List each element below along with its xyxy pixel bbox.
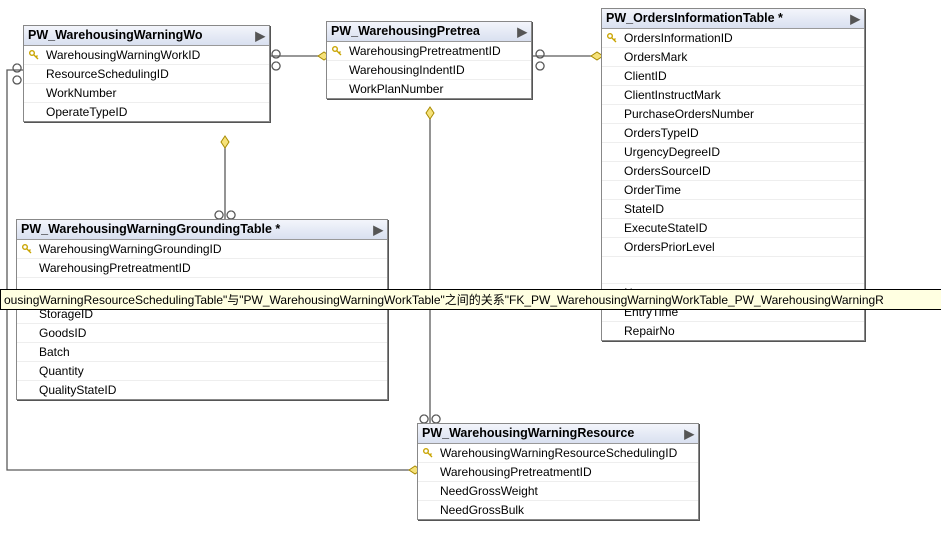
table-header[interactable]: PW_WarehousingWarningGroundingTable * ▶ <box>17 220 387 240</box>
infinity-end-icon <box>420 415 440 423</box>
infinity-end-icon <box>13 64 21 84</box>
table-title: PW_OrdersInformationTable * <box>606 11 783 25</box>
column-list-pretreat: WarehousingPretreatmentID WarehousingInde… <box>327 42 531 98</box>
column-name: PurchaseOrdersNumber <box>622 107 754 121</box>
column-row[interactable]: ClientID <box>602 67 864 86</box>
column-name: WarehousingPretreatmentID <box>438 465 592 479</box>
column-row[interactable]: OrdersPriorLevel <box>602 238 864 257</box>
column-name: StateID <box>622 202 664 216</box>
column-list-resource: WarehousingWarningResourceSchedulingID Wa… <box>418 444 698 519</box>
column-row[interactable]: RepairNo <box>602 322 864 340</box>
column-name: WarehousingWarningResourceSchedulingID <box>438 446 677 460</box>
table-header[interactable]: PW_WarehousingWarningWo ▶ <box>24 26 269 46</box>
column-name: OrdersPriorLevel <box>622 240 715 254</box>
column-row[interactable]: UrgencyDegreeID <box>602 143 864 162</box>
expand-icon: ▶ <box>517 24 527 39</box>
column-name: WarehousingWarningWorkID <box>44 48 200 62</box>
column-name: OrdersMark <box>622 50 687 64</box>
expand-icon: ▶ <box>850 11 860 26</box>
column-name: QualityStateID <box>37 383 116 397</box>
column-row[interactable]: WarehousingPretreatmentID <box>418 463 698 482</box>
infinity-end-icon <box>536 50 544 70</box>
column-row[interactable]: PurchaseOrdersNumber <box>602 105 864 124</box>
diagram-canvas: PW_WarehousingWarningWo ▶ WarehousingWar… <box>0 0 941 551</box>
table-resource[interactable]: PW_WarehousingWarningResource ▶ Warehous… <box>417 423 699 520</box>
column-name: OrderTime <box>622 183 681 197</box>
table-title: PW_WarehousingWarningWo <box>28 28 203 42</box>
column-name: ExecuteStateID <box>622 221 707 235</box>
column-row[interactable]: NeedGrossWeight <box>418 482 698 501</box>
column-row[interactable]: GoodsID <box>17 324 387 343</box>
column-name: NeedGrossBulk <box>438 503 524 517</box>
column-row[interactable]: NeedGrossBulk <box>418 501 698 519</box>
column-row[interactable]: StateID <box>602 200 864 219</box>
column-row[interactable]: OperateTypeID <box>24 103 269 121</box>
expand-icon: ▶ <box>373 222 383 237</box>
column-row[interactable]: WorkNumber <box>24 84 269 103</box>
infinity-end-icon <box>272 50 280 70</box>
column-name: OrdersSourceID <box>622 164 711 178</box>
table-title: PW_WarehousingPretrea <box>331 24 480 38</box>
table-header[interactable]: PW_OrdersInformationTable * ▶ <box>602 9 864 29</box>
column-list-grounding: WarehousingWarningGroundingID Warehousing… <box>17 240 387 399</box>
column-name: WarehousingPretreatmentID <box>37 261 191 275</box>
relationship-tooltip: ousingWarningResourceSchedulingTable"与"P… <box>0 289 941 310</box>
column-row[interactable]: QualityStateID <box>17 381 387 399</box>
primary-key-icon <box>21 243 37 255</box>
expand-icon: ▶ <box>255 28 265 43</box>
expand-icon: ▶ <box>684 426 694 441</box>
column-name: OrdersTypeID <box>622 126 699 140</box>
key-end-icon <box>221 136 229 148</box>
key-end-icon <box>426 107 434 119</box>
primary-key-icon <box>331 45 347 57</box>
column-row[interactable]: WarehousingWarningResourceSchedulingID <box>418 444 698 463</box>
column-name: RepairNo <box>622 324 675 338</box>
column-row[interactable]: ClientInstructMark <box>602 86 864 105</box>
obscured-row <box>602 257 864 284</box>
column-list-work: WarehousingWarningWorkID ResourceScheduli… <box>24 46 269 121</box>
primary-key-icon <box>28 49 44 61</box>
column-name: GoodsID <box>37 326 86 340</box>
table-work[interactable]: PW_WarehousingWarningWo ▶ WarehousingWar… <box>23 25 270 122</box>
table-title: PW_WarehousingWarningResource <box>422 426 634 440</box>
primary-key-icon <box>606 32 622 44</box>
column-row[interactable]: WarehousingIndentID <box>327 61 531 80</box>
column-row[interactable]: WarehousingPretreatmentID <box>17 259 387 278</box>
table-title: PW_WarehousingWarningGroundingTable * <box>21 222 280 236</box>
table-header[interactable]: PW_WarehousingPretrea ▶ <box>327 22 531 42</box>
column-name: WarehousingIndentID <box>347 63 465 77</box>
column-name: OrdersInformationID <box>622 31 733 45</box>
column-row[interactable]: OrderTime <box>602 181 864 200</box>
column-row[interactable]: OrdersMark <box>602 48 864 67</box>
column-name: WarehousingPretreatmentID <box>347 44 501 58</box>
column-name: WarehousingWarningGroundingID <box>37 242 222 256</box>
column-row[interactable]: Quantity <box>17 362 387 381</box>
infinity-end-icon <box>215 211 235 219</box>
primary-key-icon <box>422 447 438 459</box>
column-name: ClientID <box>622 69 667 83</box>
column-name: WorkNumber <box>44 86 116 100</box>
column-row[interactable]: ExecuteStateID <box>602 219 864 238</box>
column-row[interactable]: Batch <box>17 343 387 362</box>
column-row[interactable]: WarehousingWarningWorkID <box>24 46 269 65</box>
column-name: OperateTypeID <box>44 105 127 119</box>
column-row[interactable]: WarehousingPretreatmentID <box>327 42 531 61</box>
column-name: WorkPlanNumber <box>347 82 443 96</box>
column-name: ResourceSchedulingID <box>44 67 169 81</box>
table-header[interactable]: PW_WarehousingWarningResource ▶ <box>418 424 698 444</box>
column-name: NeedGrossWeight <box>438 484 538 498</box>
table-pretreat[interactable]: PW_WarehousingPretrea ▶ WarehousingPretr… <box>326 21 532 99</box>
column-row[interactable]: OrdersInformationID <box>602 29 864 48</box>
column-row[interactable]: OrdersSourceID <box>602 162 864 181</box>
column-row[interactable]: WorkPlanNumber <box>327 80 531 98</box>
column-name: UrgencyDegreeID <box>622 145 720 159</box>
column-name: ClientInstructMark <box>622 88 721 102</box>
column-row[interactable]: WarehousingWarningGroundingID <box>17 240 387 259</box>
column-name: Batch <box>37 345 70 359</box>
tooltip-text: ousingWarningResourceSchedulingTable"与"P… <box>4 293 884 307</box>
column-row[interactable]: ResourceSchedulingID <box>24 65 269 84</box>
column-row[interactable]: OrdersTypeID <box>602 124 864 143</box>
column-name: Quantity <box>37 364 84 378</box>
